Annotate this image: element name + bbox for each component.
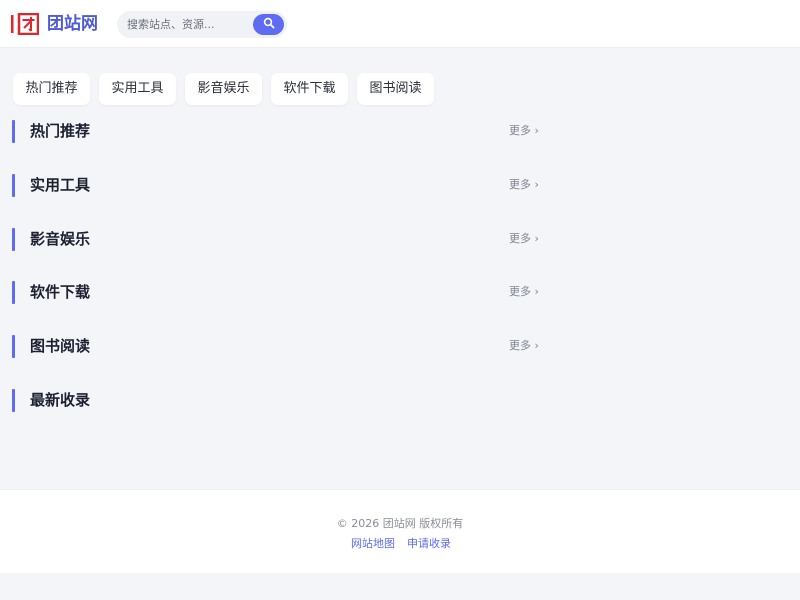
section-marker (12, 335, 15, 358)
section-marker (12, 281, 15, 304)
section-title-tools: 实用工具 (30, 176, 91, 194)
more-link-software[interactable]: 更多 › (509, 285, 539, 299)
site-header: 团站网 (0, 0, 800, 48)
section-marker (12, 389, 15, 412)
section-marker (12, 120, 15, 143)
site-name[interactable]: 团站网 (47, 13, 98, 35)
footer-link-sitemap[interactable]: 网站地图 (351, 535, 395, 551)
section-marker (12, 228, 15, 251)
search-button[interactable] (253, 14, 284, 35)
section-title-media: 影音娱乐 (30, 230, 91, 248)
section-title-books: 图书阅读 (30, 337, 91, 355)
footer-link-submit[interactable]: 申请收录 (407, 535, 451, 551)
logo-icon[interactable] (11, 12, 40, 36)
tab-software[interactable]: 软件下载 (271, 73, 348, 105)
more-link-books[interactable]: 更多 › (509, 339, 539, 353)
search-icon (263, 17, 275, 32)
tab-media[interactable]: 影音娱乐 (185, 73, 262, 105)
tab-books[interactable]: 图书阅读 (357, 73, 434, 105)
section-title-hot: 热门推荐 (30, 122, 91, 140)
section-marker (12, 174, 15, 197)
tab-tools[interactable]: 实用工具 (99, 73, 176, 105)
site-footer: © 2026 团站网 版权所有 网站地图 申请收录 (0, 489, 800, 573)
section-title-software: 软件下载 (30, 283, 91, 301)
copyright-text: © 2026 团站网 版权所有 (336, 517, 464, 530)
more-link-media[interactable]: 更多 › (509, 232, 539, 246)
section-title-latest: 最新收录 (30, 391, 91, 409)
search-input[interactable] (127, 15, 257, 34)
more-link-tools[interactable]: 更多 › (509, 178, 539, 192)
tab-hot[interactable]: 热门推荐 (13, 73, 90, 105)
more-link-hot[interactable]: 更多 › (509, 124, 539, 138)
